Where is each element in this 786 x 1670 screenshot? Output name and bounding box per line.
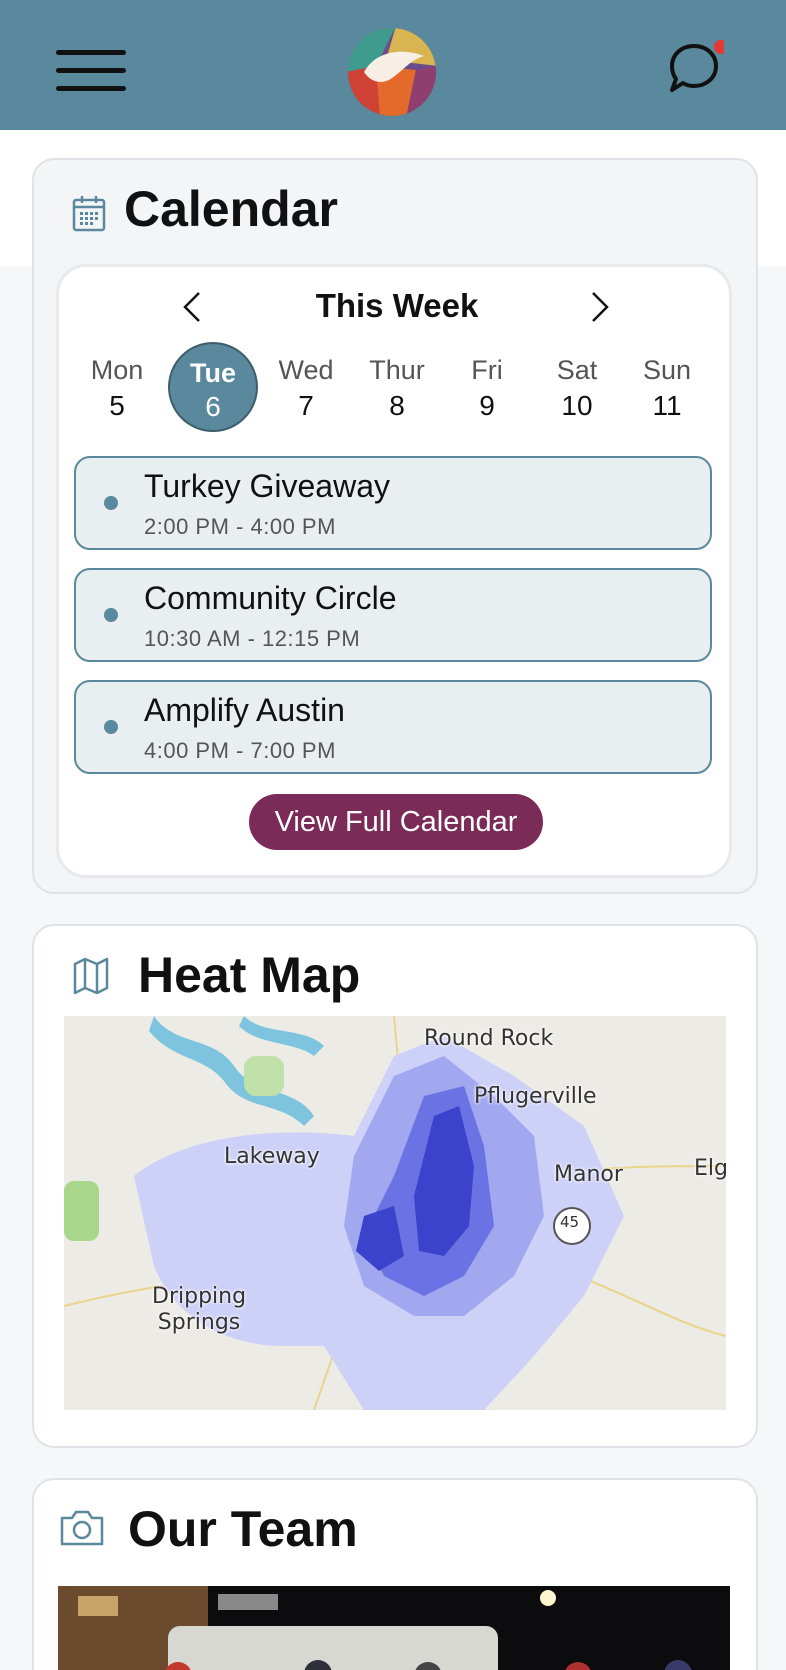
day-thur[interactable]: Thur 8 bbox=[351, 351, 443, 443]
team-title: Our Team bbox=[128, 1501, 358, 1557]
calendar-title: Calendar bbox=[124, 181, 338, 237]
team-card: Our Team bbox=[32, 1478, 758, 1670]
heat-map-image[interactable]: Round Rock Pflugerville Lakeway Manor El… bbox=[64, 1016, 726, 1410]
event-name: Turkey Giveaway bbox=[144, 468, 390, 504]
week-label: This Week bbox=[315, 287, 479, 324]
map-label-dripping-springs: Dripping Springs bbox=[152, 1284, 247, 1336]
heatmap-card: Heat Map Round Rock Pflugerville Lakeway… bbox=[32, 924, 758, 1448]
chevron-right-icon[interactable] bbox=[579, 287, 619, 327]
park-area bbox=[244, 1056, 284, 1096]
event-time: 2:00 PM - 4:00 PM bbox=[144, 514, 336, 539]
day-sat[interactable]: Sat 10 bbox=[531, 351, 623, 443]
calendar-widget: This Week Mon 5 Tue 6 Wed 7 Thur 8 Fri 9 Sat 1… bbox=[56, 264, 732, 878]
camera-icon bbox=[60, 1510, 104, 1546]
map-label-manor: Manor bbox=[554, 1162, 623, 1187]
hamburger-menu-icon[interactable] bbox=[56, 48, 128, 94]
top-app-bar bbox=[0, 0, 786, 130]
map-label-pflugerville: Pflugerville bbox=[474, 1084, 597, 1109]
highway-marker-label: 45 bbox=[560, 1213, 580, 1231]
map-label-round-rock: Round Rock bbox=[424, 1026, 554, 1051]
day-mon[interactable]: Mon 5 bbox=[71, 351, 163, 443]
heatmap-title: Heat Map bbox=[138, 947, 361, 1003]
event-item[interactable]: Community Circle 10:30 AM - 12:15 PM bbox=[74, 568, 712, 662]
map-label-elgin: Elgin bbox=[694, 1156, 726, 1181]
day-tue-selected[interactable]: Tue 6 bbox=[168, 342, 258, 432]
event-dot bbox=[104, 608, 118, 622]
view-full-calendar-button[interactable]: View Full Calendar bbox=[249, 794, 543, 850]
day-wed[interactable]: Wed 7 bbox=[260, 351, 352, 443]
map-label-lakeway: Lakeway bbox=[224, 1144, 320, 1169]
notification-dot bbox=[714, 40, 724, 54]
event-time: 10:30 AM - 12:15 PM bbox=[144, 626, 361, 651]
phoenix-logo[interactable] bbox=[346, 26, 438, 118]
park-area bbox=[64, 1181, 99, 1241]
event-dot bbox=[104, 496, 118, 510]
calendar-card: Calendar This Week Mon 5 Tue 6 Wed 7 Thur 8 … bbox=[32, 158, 758, 894]
event-dot bbox=[104, 720, 118, 734]
event-item[interactable]: Turkey Giveaway 2:00 PM - 4:00 PM bbox=[74, 456, 712, 550]
chat-bubble-icon[interactable] bbox=[664, 38, 724, 98]
day-fri[interactable]: Fri 9 bbox=[441, 351, 533, 443]
event-item[interactable]: Amplify Austin 4:00 PM - 7:00 PM bbox=[74, 680, 712, 774]
map-icon bbox=[73, 957, 109, 995]
day-sun[interactable]: Sun 11 bbox=[621, 351, 713, 443]
team-photo[interactable] bbox=[58, 1586, 730, 1670]
event-time: 4:00 PM - 7:00 PM bbox=[144, 738, 336, 763]
heat-map-graphic bbox=[64, 1016, 726, 1410]
calendar-icon bbox=[72, 196, 106, 232]
event-name: Amplify Austin bbox=[144, 692, 345, 728]
team-photo-graphic bbox=[58, 1586, 730, 1670]
event-name: Community Circle bbox=[144, 580, 397, 616]
